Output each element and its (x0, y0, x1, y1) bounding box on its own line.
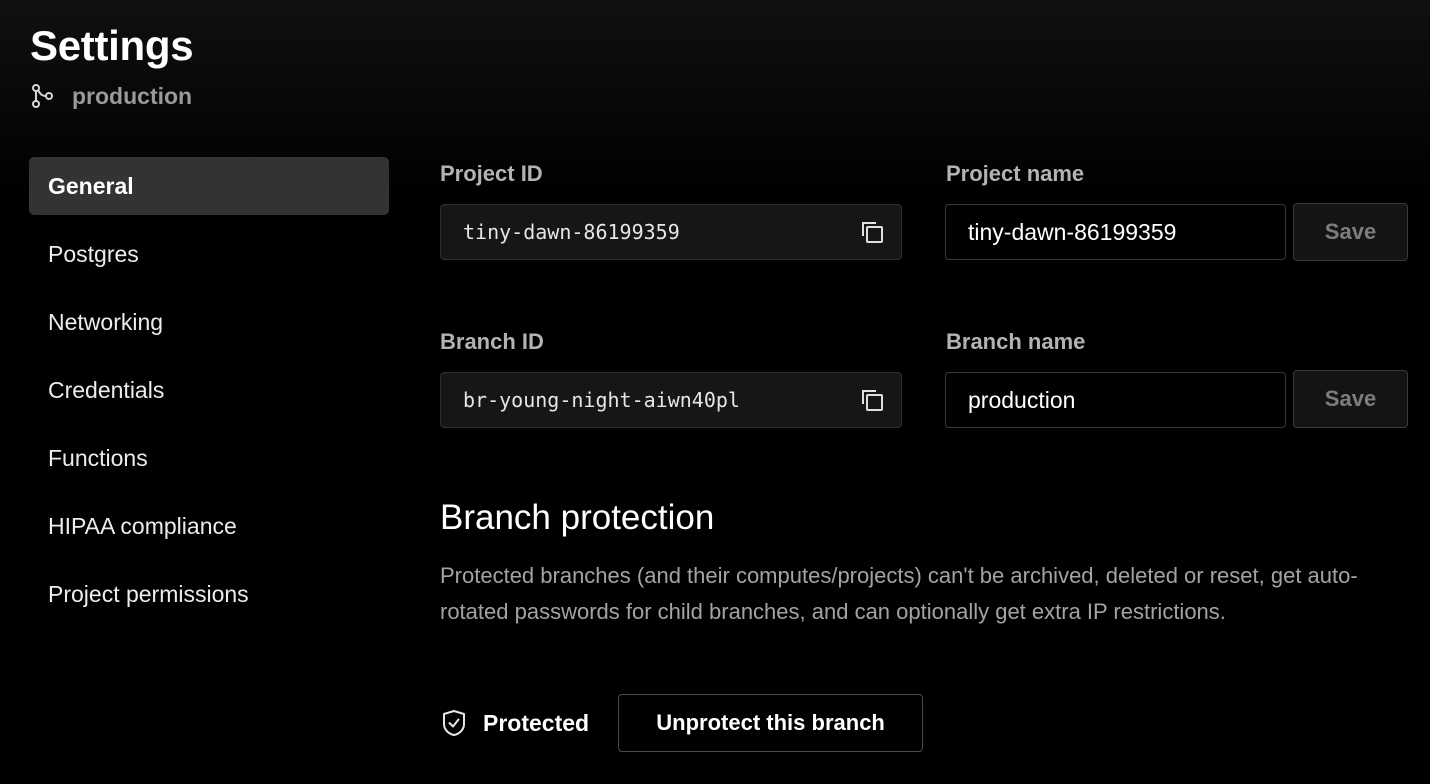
current-branch: production (30, 80, 192, 112)
branch-protection-description: Protected branches (and their computes/p… (440, 563, 1358, 624)
page-title: Settings (30, 22, 194, 69)
protection-status-text: Protected (483, 709, 590, 736)
sidebar-item-credentials[interactable]: Credentials (29, 361, 389, 419)
copy-icon (862, 390, 883, 411)
project-name-input[interactable] (945, 204, 1286, 260)
settings-sidebar: General Postgres Networking Credentials … (29, 157, 389, 633)
sidebar-item-hipaa-compliance[interactable]: HIPAA compliance (29, 497, 389, 555)
branch-id-label: Branch ID (440, 329, 544, 354)
branch-name-input[interactable] (945, 372, 1286, 428)
branch-id-field: br-young-night-aiwn40pl (440, 372, 902, 428)
settings-page: Settings production General Postgres Net… (0, 0, 1430, 784)
shield-check-icon (440, 708, 468, 738)
copy-branch-id-button[interactable] (857, 385, 887, 415)
sidebar-item-project-permissions[interactable]: Project permissions (29, 565, 389, 623)
protection-status-row: Protected Unprotect this branch (440, 694, 924, 752)
sidebar-item-general[interactable]: General (29, 157, 389, 215)
copy-project-id-button[interactable] (857, 217, 887, 247)
project-id-label: Project ID (440, 161, 543, 186)
save-branch-name-button[interactable]: Save (1293, 370, 1408, 428)
save-project-name-button[interactable]: Save (1293, 203, 1408, 261)
branch-icon (30, 83, 56, 109)
branch-name-label: production (72, 82, 193, 109)
sidebar-item-networking[interactable]: Networking (29, 293, 389, 351)
copy-icon (862, 222, 883, 243)
unprotect-branch-button[interactable]: Unprotect this branch (618, 694, 924, 752)
project-name-label: Project name (946, 161, 1085, 186)
branch-protection-title: Branch protection (440, 498, 715, 537)
branch-name-field-label: Branch name (946, 329, 1086, 354)
project-id-field: tiny-dawn-86199359 (440, 204, 902, 260)
branch-id-value: br-young-night-aiwn40pl (463, 388, 740, 412)
sidebar-item-postgres[interactable]: Postgres (29, 225, 389, 283)
sidebar-item-functions[interactable]: Functions (29, 429, 389, 487)
project-id-value: tiny-dawn-86199359 (463, 220, 680, 244)
